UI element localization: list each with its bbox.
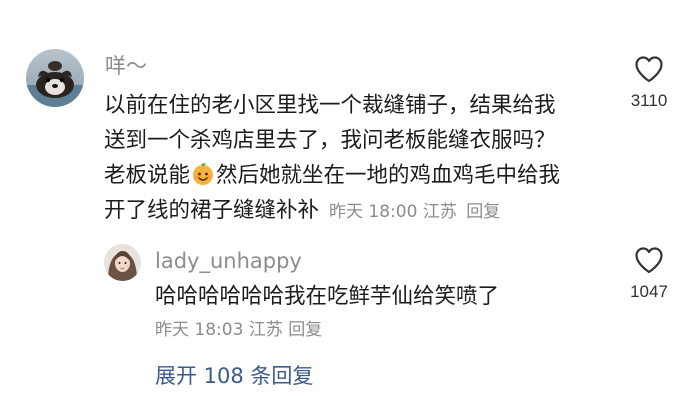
avatar[interactable]	[26, 49, 84, 107]
comment-location: 江苏	[422, 202, 457, 222]
girl-avatar-image	[104, 244, 141, 281]
reply-location: 江苏	[248, 320, 283, 340]
reply-body: 哈哈哈哈哈哈我在吃鲜芋仙给笑喷了	[155, 284, 500, 309]
reply-avatar[interactable]	[104, 244, 141, 281]
comment-line-part: 然后她就坐在一地的鸡血鸡毛中给我	[216, 163, 561, 188]
heart-icon[interactable]	[634, 55, 664, 83]
comment-time: 昨天 18:00	[329, 202, 418, 222]
comment-line: 老板说能 然后她就坐在一地的鸡血鸡毛中给我	[104, 158, 594, 193]
heart-icon[interactable]	[634, 246, 664, 274]
reply-time: 昨天 18:03	[155, 320, 244, 340]
like-count: 3110	[630, 91, 668, 110]
orange-smile-emoji-icon	[193, 163, 214, 185]
reply-reply-button[interactable]: 回复	[288, 320, 322, 340]
comment-line-part: 老板说能	[104, 163, 191, 188]
dog-avatar-image	[26, 49, 84, 107]
comment-like: 3110	[617, 55, 681, 111]
comment-line: 送到一个杀鸡店里去了，我问老板能缝衣服吗？	[104, 128, 556, 153]
comment-line: 开了线的裙子缝缝补补 昨天 18:00 江苏 回复	[104, 193, 594, 228]
comment-username[interactable]: 咩～	[105, 51, 147, 81]
like-count: 1047	[630, 282, 668, 301]
comment-line-part: 开了线的裙子缝缝补补	[104, 198, 320, 223]
comment-body: 以前在住的老小区里找一个裁缝铺子，结果给我 送到一个杀鸡店里去了，我问老板能缝衣…	[104, 88, 594, 228]
reply-meta: 昨天 18:03 江苏 回复	[155, 317, 322, 343]
expand-replies-link[interactable]: 展开 108 条回复	[155, 361, 313, 391]
reply-username[interactable]: lady_unhappy	[155, 246, 302, 276]
reply-like: 1047	[617, 246, 681, 302]
comment-line: 以前在住的老小区里找一个裁缝铺子，结果给我	[104, 93, 556, 118]
comment-reply-button[interactable]: 回复	[466, 202, 500, 222]
comment-meta: 昨天 18:00 江苏 回复	[329, 202, 500, 222]
